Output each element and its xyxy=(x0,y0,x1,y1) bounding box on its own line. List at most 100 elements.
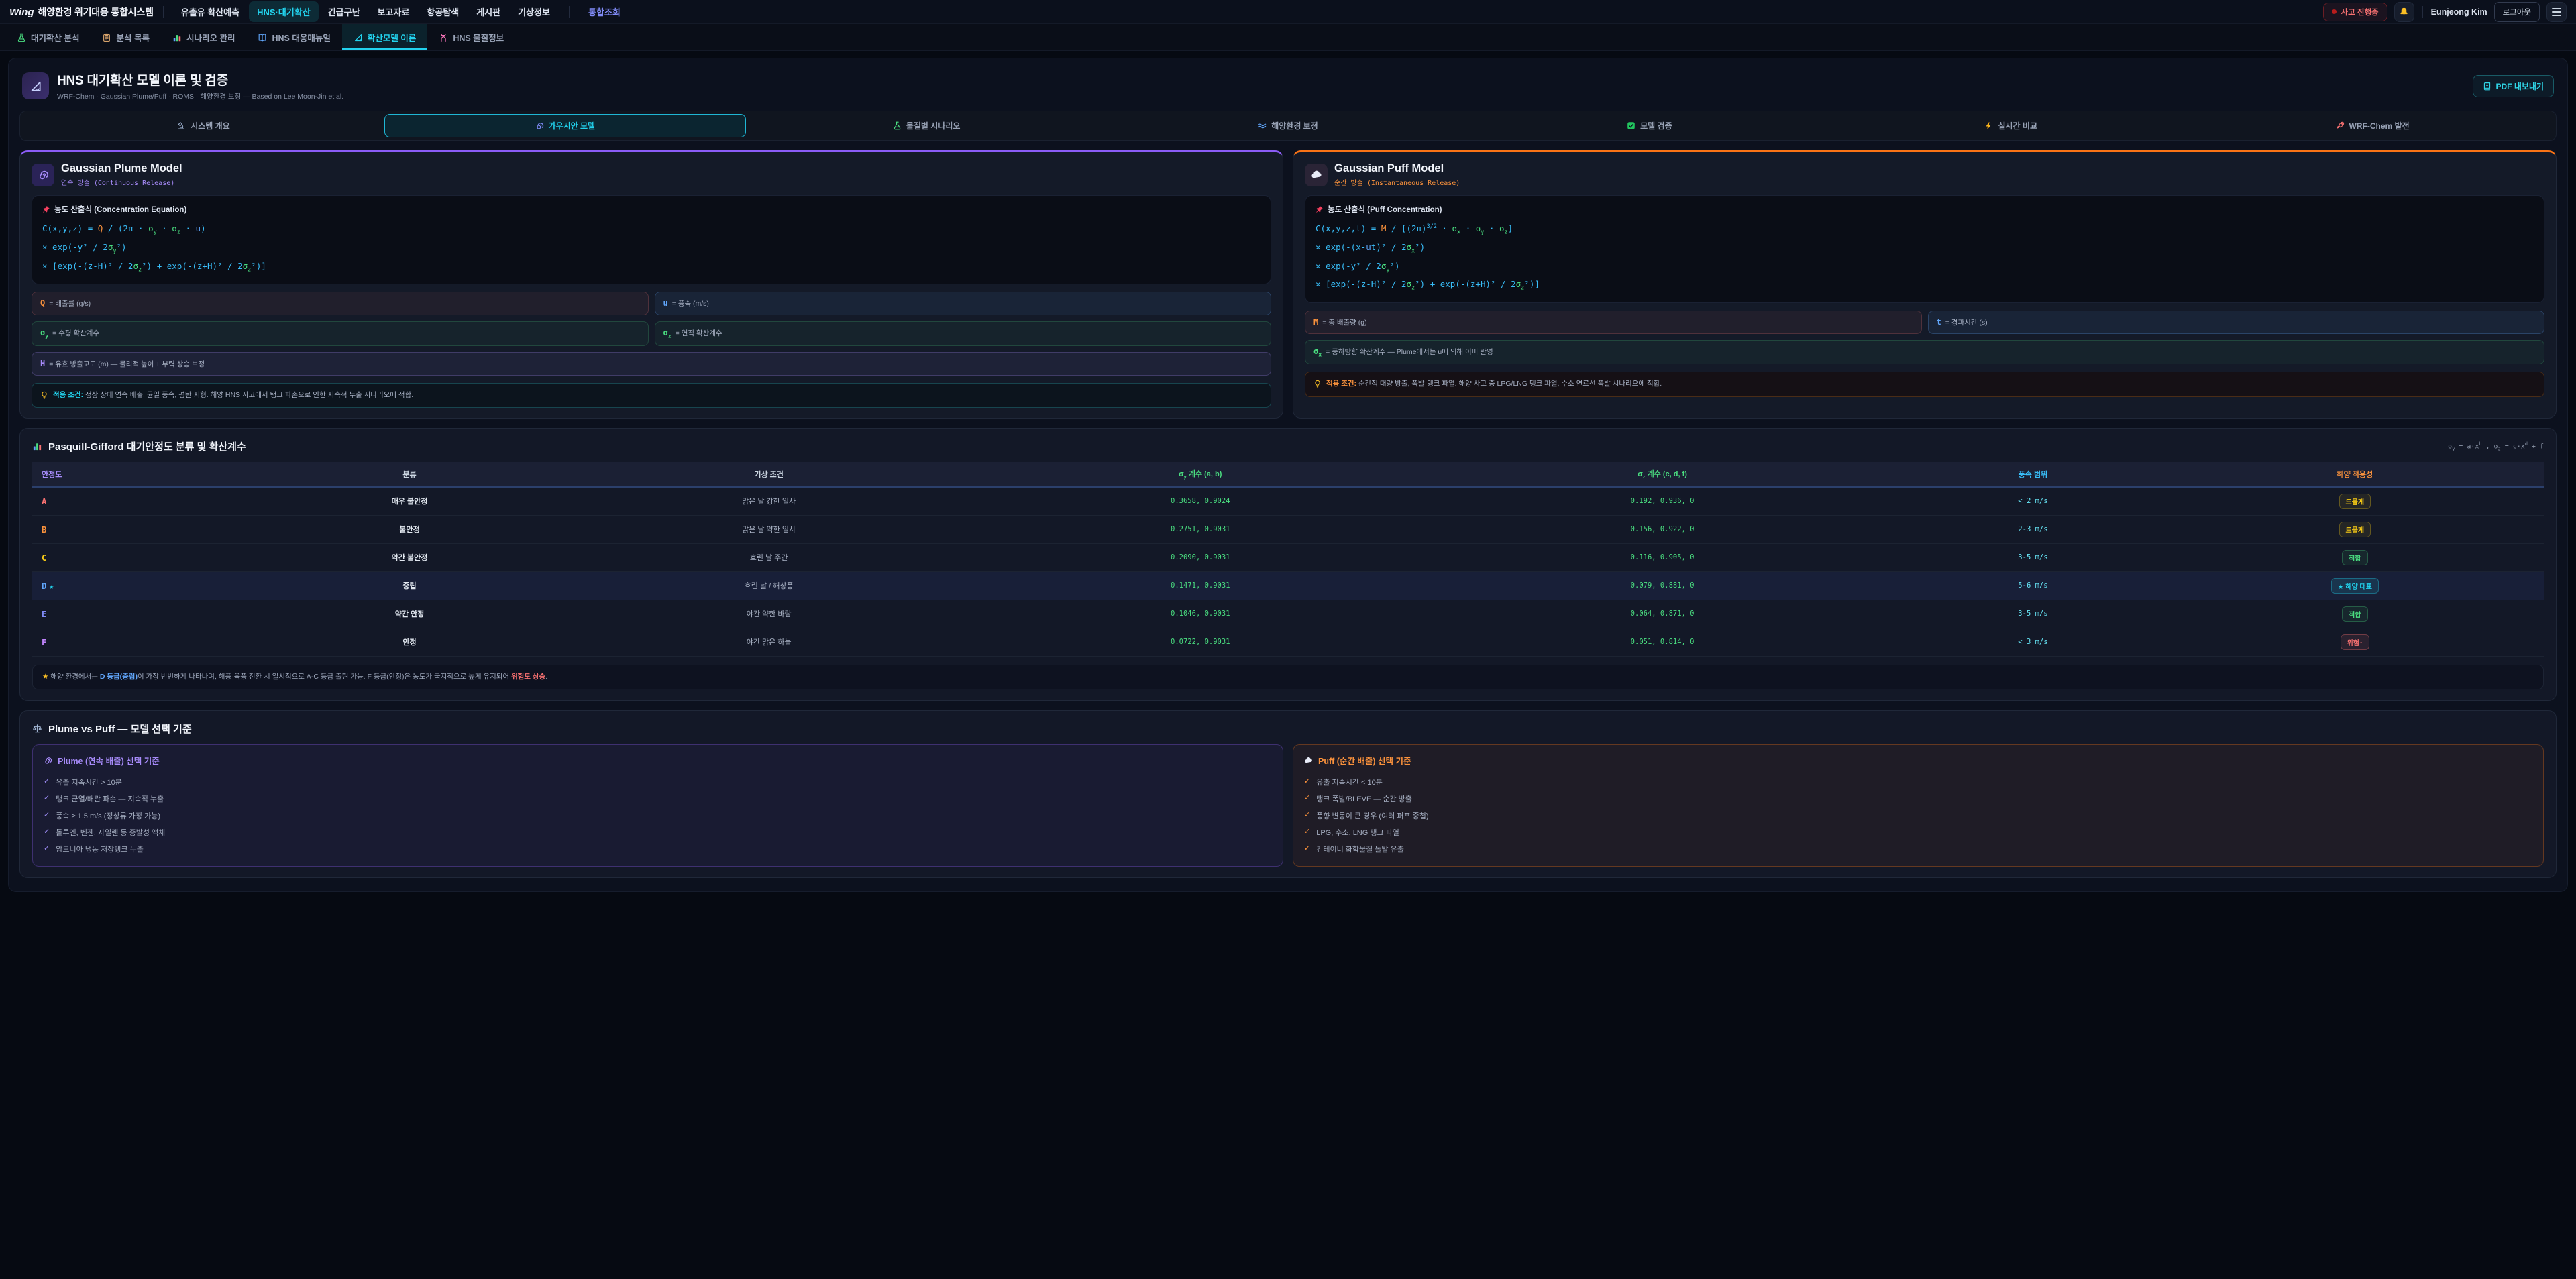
subnav-hns-substance-info[interactable]: HNS 물질정보 xyxy=(427,24,515,50)
stability-table: 안정도 분류 기상 조건 σy 계수 (a, b) σz 계수 (c, d, f… xyxy=(32,462,2544,656)
tab-model-validation[interactable]: 모델 검증 xyxy=(1468,114,1830,137)
grade-cell: B xyxy=(32,515,257,543)
tab-label: 모델 검증 xyxy=(1640,120,1672,131)
subnav-label: HNS 대응매뉴얼 xyxy=(272,31,330,44)
criteria-item: ✓유출 지속시간 < 10분 xyxy=(1304,773,2532,790)
grade-cell: E xyxy=(32,600,257,628)
app-logo[interactable]: Wing 해양환경 위기대응 통합시스템 xyxy=(9,5,154,19)
tab-realtime-comparison[interactable]: 실시간 비교 xyxy=(1830,114,2192,137)
check-icon: ✓ xyxy=(1304,793,1310,804)
applicability-badge: 드물게 xyxy=(2339,494,2371,509)
param-wind-speed: u = 풍속 (m/s) xyxy=(655,292,1272,315)
divider xyxy=(2422,6,2423,18)
sigma-z-cell: 0.116, 0.905, 0 xyxy=(1425,543,1900,571)
table-row-B: B 불안정 맑은 날 약한 일사 0.2751, 0.9031 0.156, 0… xyxy=(32,515,2544,543)
subnav-label: 시나리오 관리 xyxy=(186,31,235,44)
tab-marine-correction[interactable]: 해양환경 보정 xyxy=(1108,114,1469,137)
tab-label: 물질별 시나리오 xyxy=(906,120,961,131)
note-text: 순간적 대량 방출, 폭발·탱크 파열. 해양 사고 중 LPG/LNG 탱크 … xyxy=(1358,380,1662,388)
weather-cell: 야간 맑은 하늘 xyxy=(562,628,976,656)
sigma-y-cell: 0.1046, 0.9031 xyxy=(976,600,1425,628)
check-icon: ✓ xyxy=(44,793,50,804)
sigma-y-cell: 0.3658, 0.9024 xyxy=(976,487,1425,516)
param-sigma-y: σy = 수평 확산계수 xyxy=(32,321,649,345)
bulb-icon xyxy=(1313,380,1322,388)
subnav-label: 확산모델 이론 xyxy=(368,31,416,44)
subnav-hns-manual[interactable]: HNS 대응매뉴얼 xyxy=(246,24,341,50)
class-cell: 매우 불안정 xyxy=(257,487,561,516)
sigma-z-cell: 0.064, 0.871, 0 xyxy=(1425,600,1900,628)
main-content: HNS 대기확산 모델 이론 및 검증 WRF-Chem · Gaussian … xyxy=(8,58,2568,892)
model-cards-row: Gaussian Plume Model 연속 방출 (Continuous R… xyxy=(19,150,2557,419)
tab-wrf-chem[interactable]: WRF-Chem 발전 xyxy=(2192,114,2553,137)
plume-application-note: 적용 조건: 정상 상태 연속 배출, 균일 풍속, 평탄 지형. 해양 HNS… xyxy=(32,383,1271,408)
check-square-icon xyxy=(1627,121,1635,130)
table-row-E: E 약간 안정 야간 약한 바람 0.1046, 0.9031 0.064, 0… xyxy=(32,600,2544,628)
nav-item-integrated-search[interactable]: 통합조회 xyxy=(580,1,629,22)
tab-substance-scenarios[interactable]: 물질별 시나리오 xyxy=(746,114,1108,137)
book-icon xyxy=(258,33,267,42)
plume-card-header: Gaussian Plume Model 연속 방출 (Continuous R… xyxy=(32,162,1271,187)
tab-gaussian-model[interactable]: 가우시안 모델 xyxy=(384,114,746,137)
note-label: 적용 조건: xyxy=(53,391,83,399)
incident-status-badge[interactable]: 사고 진행중 xyxy=(2323,3,2387,21)
topbar-right: 사고 진행중 Eunjeong Kim 로그아웃 xyxy=(2323,2,2567,22)
criteria-item: ✓암모니아 냉동 저장탱크 누출 xyxy=(44,840,1272,857)
export-book-icon xyxy=(2483,82,2491,91)
class-cell: 불안정 xyxy=(257,515,561,543)
weather-cell: 흐린 날 주간 xyxy=(562,543,976,571)
gaussian-puff-card: Gaussian Puff Model 순간 방출 (Instantaneous… xyxy=(1293,150,2557,419)
nav-item-hns-diffusion[interactable]: HNS·대기확산 xyxy=(249,1,319,22)
menu-button[interactable] xyxy=(2546,2,2567,22)
table-row-D-highlighted: D★ 중립 흐린 날 / 해상풍 0.1471, 0.9031 0.079, 0… xyxy=(32,571,2544,600)
wind-cell: < 3 m/s xyxy=(1900,628,2165,656)
criteria-heading-label: Plume (연속 배출) 선택 기준 xyxy=(58,754,160,767)
puff-criteria-box: Puff (순간 배출) 선택 기준 ✓유출 지속시간 < 10분 ✓탱크 폭발… xyxy=(1293,744,2544,867)
plume-parameters: Q = 배출률 (g/s) u = 풍속 (m/s) σy = 수평 확산계수 … xyxy=(32,292,1271,375)
sigma-z-cell: 0.192, 0.936, 0 xyxy=(1425,487,1900,516)
param-emission-rate: Q = 배출률 (g/s) xyxy=(32,292,649,315)
tab-system-overview[interactable]: 시스템 개요 xyxy=(23,114,384,137)
param-desc: = 경과시간 (s) xyxy=(1945,317,1988,327)
param-desc: = 풍속 (m/s) xyxy=(672,298,709,309)
logout-button[interactable]: 로그아웃 xyxy=(2494,2,2540,22)
puff-card-header: Gaussian Puff Model 순간 방출 (Instantaneous… xyxy=(1305,162,2544,187)
stability-footnote: ★ 해양 환경에서는 D 등급(중립)이 가장 빈번하게 나타나며, 해풍·육풍… xyxy=(32,665,2544,690)
logo-mark: Wing xyxy=(9,7,34,18)
bulb-icon xyxy=(40,391,48,399)
star-icon: ★ xyxy=(50,582,54,591)
param-symbol: t xyxy=(1937,317,1941,327)
pushpin-icon xyxy=(1316,205,1324,213)
nav-item-board[interactable]: 게시판 xyxy=(468,1,508,22)
nav-item-rescue[interactable]: 긴급구난 xyxy=(320,1,368,22)
chart-icon xyxy=(172,33,182,42)
tab-label: 시스템 개요 xyxy=(191,120,230,131)
param-symbol: Q xyxy=(40,298,45,308)
model-selection-card: Plume vs Puff — 모델 선택 기준 Plume (연속 배출) 선… xyxy=(19,710,2557,878)
subnav-diffusion-analysis[interactable]: 대기확산 분석 xyxy=(5,24,91,50)
nav-item-oil-spill[interactable]: 유출유 확산예측 xyxy=(173,1,248,22)
nav-item-weather[interactable]: 기상정보 xyxy=(510,1,558,22)
equation-line: C(x,y,z,t) = M / [(2π)3/2 · σx · σy · σz… xyxy=(1316,220,2534,239)
check-icon: ✓ xyxy=(44,810,50,821)
pdf-export-button[interactable]: PDF 내보내기 xyxy=(2473,75,2555,97)
pdf-export-label: PDF 내보내기 xyxy=(2496,80,2544,92)
nav-item-air-search[interactable]: 항공탐색 xyxy=(419,1,467,22)
wind-cell: 3-5 m/s xyxy=(1900,600,2165,628)
subnav-model-theory[interactable]: 확산모델 이론 xyxy=(342,24,427,50)
applicability-badge: 적합 xyxy=(2342,550,2367,565)
grade-cell: C xyxy=(32,543,257,571)
param-elapsed-time: t = 경과시간 (s) xyxy=(1928,311,2545,334)
col-sigma-z: σz 계수 (c, d, f) xyxy=(1425,462,1900,486)
selection-section-header: Plume vs Puff — 모델 선택 기준 xyxy=(32,722,2544,736)
nav-item-reports[interactable]: 보고자료 xyxy=(370,1,418,22)
table-header-row: 안정도 분류 기상 조건 σy 계수 (a, b) σz 계수 (c, d, f… xyxy=(32,462,2544,486)
check-icon: ✓ xyxy=(1304,844,1310,854)
subnav-scenario-management[interactable]: 시나리오 관리 xyxy=(161,24,246,50)
sigma-y-cell: 0.2090, 0.9031 xyxy=(976,543,1425,571)
col-class: 분류 xyxy=(257,462,561,486)
check-icon: ✓ xyxy=(1304,777,1310,787)
equation-line: × exp(-y² / 2σy²) xyxy=(1316,258,2534,276)
subnav-analysis-list[interactable]: 분석 목록 xyxy=(91,24,160,50)
notifications-button[interactable] xyxy=(2394,2,2414,22)
